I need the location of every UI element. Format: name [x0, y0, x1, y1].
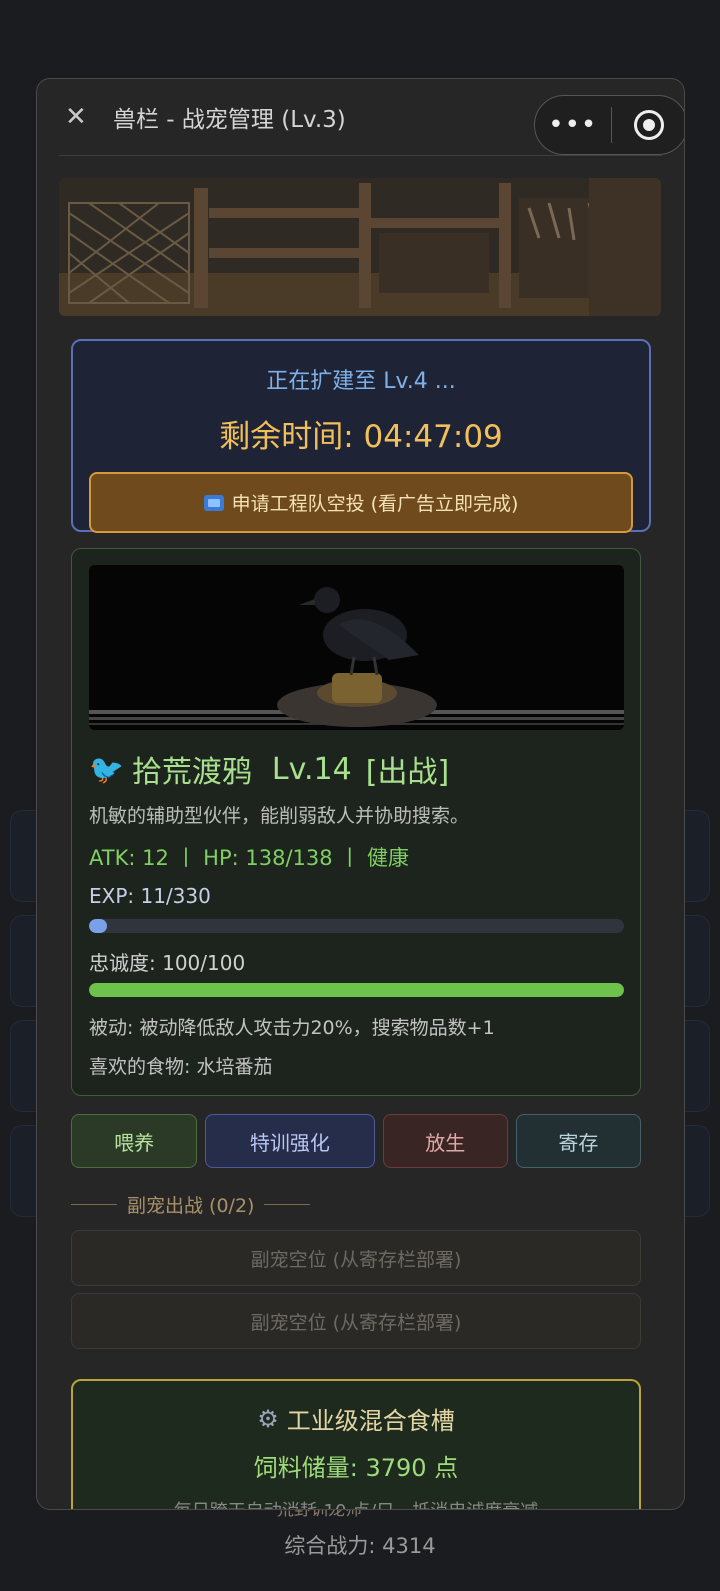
trough-title: 工业级混合食槽 — [286, 1407, 455, 1435]
train-button[interactable]: 特训强化 — [205, 1114, 375, 1168]
trough-title-line: ⚙ 工业级混合食槽 — [73, 1401, 639, 1436]
sub-pet-title: 副宠出战 (0/2) — [127, 1195, 255, 1217]
pet-description: 机敏的辅助型伙伴，能削弱敌人并协助搜索。 — [89, 805, 470, 827]
pet-stats: ATK: 12 丨 HP: 138/138 丨 健康 — [89, 846, 409, 870]
tv-icon — [203, 494, 224, 511]
pet-passive: 被动: 被动降低敌人攻击力20%，搜索物品数+1 — [89, 1017, 495, 1039]
divider — [71, 1204, 117, 1205]
bird-icon: 🐦 — [89, 752, 124, 786]
feed-storage: 饲料储量: 3790 点 — [253, 1454, 459, 1482]
pet-level: Lv.14 — [271, 751, 352, 787]
exp-bar — [89, 919, 624, 933]
store-button[interactable]: 寄存 — [515, 1114, 642, 1168]
ad-speedup-button[interactable]: 申请工程队空投 (看广告立即完成) — [89, 472, 633, 533]
expansion-status: 正在扩建至 Lv.4 ... — [266, 369, 456, 394]
feed-button[interactable]: 喂养 — [71, 1114, 198, 1168]
pet-actions: 喂养 特训强化 放生 寄存 — [71, 1114, 642, 1168]
exp-label: EXP: 11/330 — [89, 884, 211, 908]
close-icon[interactable]: ✕ — [65, 102, 101, 132]
mini-program-capsule: ••• — [534, 95, 685, 155]
pet-name-line: 🐦 拾荒渡鸦 Lv.14 [出战] — [89, 747, 449, 791]
remaining-time: 剩余时间: 04:47:09 — [219, 419, 503, 455]
loyalty-bar-fill — [89, 983, 624, 997]
gear-icon: ⚙ — [257, 1404, 279, 1433]
sub-pet-header: 副宠出战 (0/2) — [71, 1191, 311, 1218]
kennel-banner-image — [59, 178, 661, 316]
exp-bar-fill — [89, 919, 107, 933]
combat-power: 综合战力: 4314 — [284, 1534, 436, 1558]
pet-portrait-image — [89, 565, 624, 730]
pet-state: [出战] — [365, 755, 450, 790]
feed-trough-panel: ⚙ 工业级混合食槽 饲料储量: 3790 点 每日跨天自动消耗 10 点/只，抵… — [71, 1379, 641, 1509]
pet-management-modal: ✕ 兽栏 - 战宠管理 (Lv.3) 正在扩建至 Lv.4 ... 剩余时间: … — [36, 78, 685, 1510]
record-icon[interactable] — [612, 110, 685, 140]
expansion-panel: 正在扩建至 Lv.4 ... 剩余时间: 04:47:09 申请工程队空投 (看… — [71, 339, 651, 533]
ad-speedup-label: 申请工程队空投 (看广告立即完成) — [231, 493, 519, 515]
release-button[interactable]: 放生 — [382, 1114, 508, 1168]
loyalty-bar — [89, 983, 624, 997]
pet-name: 拾荒渡鸦 — [131, 755, 252, 790]
loyalty-label: 忠诚度: 100/100 — [89, 951, 246, 975]
pet-favorite-food: 喜欢的食物: 水培番茄 — [89, 1056, 273, 1078]
sub-pet-slot[interactable]: 副宠空位 (从寄存栏部署) — [71, 1230, 641, 1286]
trough-note: 每日跨天自动消耗 10 点/只，抵消忠诚度衰减 — [73, 1497, 639, 1509]
more-dots-icon[interactable]: ••• — [535, 110, 611, 140]
active-pet-card: 🐦 拾荒渡鸦 Lv.14 [出战] 机敏的辅助型伙伴，能削弱敌人并协助搜索。 A… — [71, 548, 641, 1096]
divider — [264, 1204, 311, 1205]
sub-pet-slot[interactable]: 副宠空位 (从寄存栏部署) — [71, 1293, 641, 1349]
modal-title: 兽栏 - 战宠管理 (Lv.3) — [113, 107, 346, 133]
